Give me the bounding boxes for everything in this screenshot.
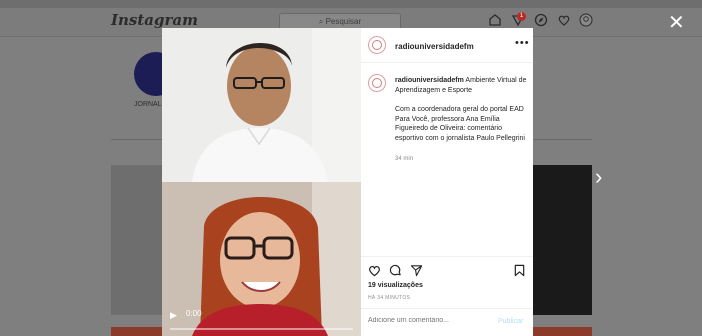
- post-thumbnail[interactable]: [533, 327, 592, 336]
- divider: [361, 256, 533, 257]
- caption-timestamp: 34 min: [395, 156, 414, 162]
- save-bookmark-icon[interactable]: [513, 264, 526, 277]
- profile-avatar-icon[interactable]: [579, 13, 593, 27]
- post-thumbnail[interactable]: [111, 327, 162, 336]
- explore-icon[interactable]: [534, 13, 548, 27]
- publish-button[interactable]: Publicar: [498, 318, 523, 325]
- post-side-panel: radiouniversidadefm ••• radiouniversidad…: [361, 28, 533, 336]
- post-thumbnail[interactable]: [533, 165, 592, 315]
- home-icon[interactable]: [488, 13, 502, 27]
- comment-input[interactable]: [368, 317, 488, 324]
- avatar[interactable]: [368, 36, 386, 54]
- share-icon[interactable]: [410, 264, 423, 277]
- views-count[interactable]: 19 visualizações: [368, 282, 423, 289]
- notification-badge: 1: [517, 12, 526, 21]
- heart-icon[interactable]: [557, 13, 571, 27]
- caption-body: Com a coordenadora geral do portal EAD P…: [395, 106, 525, 142]
- play-icon[interactable]: ▶: [170, 310, 177, 321]
- participant-man-image: [162, 28, 361, 182]
- search-placeholder: Pesquisar: [325, 17, 362, 26]
- video-participant-top: [162, 28, 361, 182]
- search-icon: ⌕: [318, 17, 324, 26]
- like-heart-icon[interactable]: [368, 264, 381, 277]
- caption-avatar[interactable]: [368, 74, 386, 92]
- divider: [361, 308, 533, 309]
- highlight-label: JORNALI: [134, 101, 164, 108]
- chevron-right-icon[interactable]: ›: [595, 166, 602, 188]
- instagram-logo[interactable]: Instagram: [111, 11, 198, 29]
- caption-username[interactable]: radiouniversidadefm: [395, 77, 464, 84]
- video-time: 0:00: [186, 309, 202, 318]
- post-thumbnail[interactable]: [111, 165, 162, 315]
- browser-bar: [0, 0, 702, 8]
- caption-header: radiouniversidadefm Ambiente Virtual de …: [395, 76, 527, 95]
- video-progress-bar[interactable]: [170, 328, 353, 330]
- post-timestamp: HÁ 34 MINUTOS: [368, 295, 411, 301]
- post-username[interactable]: radiouniversidadefm: [395, 42, 474, 51]
- video-controls: ▶ 0:00: [162, 302, 361, 336]
- divider: [361, 62, 533, 63]
- close-icon[interactable]: ✕: [668, 13, 685, 33]
- comment-icon[interactable]: [389, 264, 402, 277]
- post-video[interactable]: ▶ 0:00: [162, 28, 361, 336]
- more-options-icon[interactable]: •••: [515, 37, 530, 49]
